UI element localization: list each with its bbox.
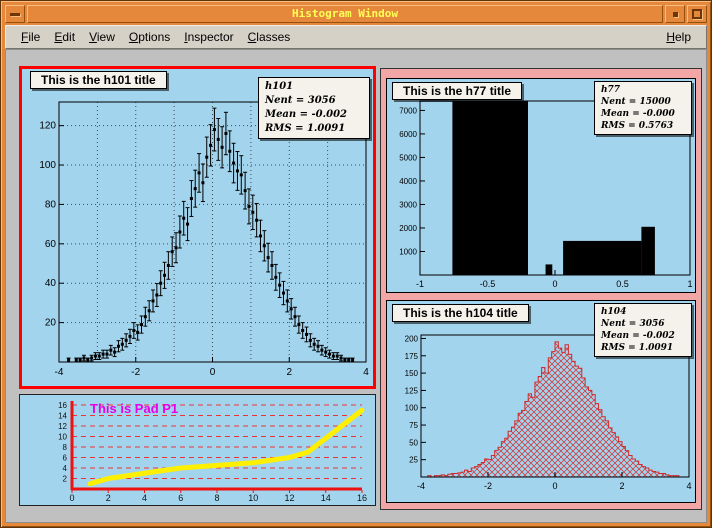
svg-text:2: 2 <box>286 367 292 378</box>
menu-help[interactable]: Help <box>659 27 698 47</box>
svg-text:75: 75 <box>409 421 418 430</box>
svg-text:10: 10 <box>58 433 67 442</box>
svg-text:0.5: 0.5 <box>616 279 629 289</box>
svg-text:100: 100 <box>405 404 419 413</box>
pad-h77[interactable]: -1-0.500.511000200030004000500060007000 … <box>386 78 696 293</box>
pad-h104[interactable]: -4 -2 0 2 4 25 50 75 100 125 150 175 200 This is the… <box>386 300 696 503</box>
menu-options[interactable]: Options <box>122 27 177 47</box>
svg-text:175: 175 <box>405 352 419 361</box>
svg-text:150: 150 <box>405 369 419 378</box>
window-client-area: File Edit View Options Inspector Classes… <box>5 25 707 523</box>
svg-text:-2: -2 <box>131 367 140 378</box>
svg-text:20: 20 <box>45 318 57 329</box>
h104-stats-name: h104 <box>601 306 685 318</box>
svg-text:2: 2 <box>106 493 111 503</box>
svg-text:10: 10 <box>248 493 258 503</box>
svg-text:5000: 5000 <box>399 153 417 162</box>
svg-text:7000: 7000 <box>399 106 417 115</box>
maximize-icon <box>692 9 702 19</box>
h104-stats-entries: Nent = 3056 <box>601 318 685 330</box>
h101-stats-rms: RMS = 1.0091 <box>265 122 363 136</box>
h101-stats-mean: Mean = -0.002 <box>265 108 363 122</box>
svg-text:14: 14 <box>58 412 67 421</box>
h101-stats-name: h101 <box>265 80 363 94</box>
svg-text:4: 4 <box>142 493 147 503</box>
svg-text:80: 80 <box>45 199 57 210</box>
svg-text:0: 0 <box>210 367 216 378</box>
minimize-button[interactable] <box>665 5 685 23</box>
svg-text:-4: -4 <box>417 481 425 491</box>
svg-text:200: 200 <box>405 334 419 343</box>
menu-file[interactable]: File <box>14 27 47 47</box>
minimize-icon <box>673 12 678 17</box>
svg-text:125: 125 <box>405 386 419 395</box>
svg-text:16: 16 <box>357 493 367 503</box>
pad-h101[interactable]: -4 -2 0 2 4 20 40 60 80 100 120 This is the h101 t… <box>19 66 376 389</box>
h101-stats-box[interactable]: h101 Nent = 3056 Mean = -0.002 RMS = 1.0… <box>258 77 370 139</box>
h77-title-box[interactable]: This is the h77 title <box>392 82 522 100</box>
svg-text:2000: 2000 <box>399 224 417 233</box>
h77-stats-rms: RMS = 0.5763 <box>601 120 685 132</box>
menu-inspector[interactable]: Inspector <box>177 27 240 47</box>
maximize-button[interactable] <box>687 5 707 23</box>
svg-text:4: 4 <box>363 367 369 378</box>
window-titlebar[interactable]: Histogram Window <box>5 5 707 23</box>
svg-text:14: 14 <box>321 493 331 503</box>
svg-text:6000: 6000 <box>399 130 417 139</box>
h104-stats-mean: Mean = -0.002 <box>601 330 685 342</box>
svg-text:1000: 1000 <box>399 247 417 256</box>
pad-right-container[interactable]: -1-0.500.511000200030004000500060007000 … <box>380 68 702 510</box>
svg-text:2: 2 <box>63 475 68 484</box>
svg-text:2: 2 <box>619 481 624 491</box>
svg-text:1: 1 <box>687 279 692 289</box>
menu-view[interactable]: View <box>82 27 122 47</box>
h104-stats-rms: RMS = 1.0091 <box>601 342 685 354</box>
h104-title-box[interactable]: This is the h104 title <box>392 304 529 322</box>
svg-text:4: 4 <box>686 481 691 491</box>
svg-text:4000: 4000 <box>399 177 417 186</box>
svg-text:12: 12 <box>284 493 294 503</box>
h101-title-box[interactable]: This is the h101 title <box>30 71 167 89</box>
histogram-window: Histogram Window File Edit View Options … <box>0 0 712 528</box>
svg-text:100: 100 <box>39 160 56 171</box>
svg-text:0: 0 <box>69 493 74 503</box>
menubar: File Edit View Options Inspector Classes… <box>5 25 707 49</box>
h104-stats-box[interactable]: h104 Nent = 3056 Mean = -0.002 RMS = 1.0… <box>594 303 692 357</box>
svg-text:6: 6 <box>178 493 183 503</box>
menu-edit[interactable]: Edit <box>47 27 82 47</box>
svg-text:12: 12 <box>58 422 67 431</box>
svg-text:6: 6 <box>63 454 68 463</box>
svg-text:8: 8 <box>63 443 68 452</box>
svg-text:0: 0 <box>552 481 557 491</box>
svg-text:16: 16 <box>58 401 67 410</box>
h77-stats-box[interactable]: h77 Nent = 15000 Mean = -0.000 RMS = 0.5… <box>594 81 692 135</box>
pad-p1[interactable]: 0246810121416246810121416 This is Pad P1 <box>19 394 376 506</box>
h77-stats-entries: Nent = 15000 <box>601 96 685 108</box>
svg-text:4: 4 <box>63 464 68 473</box>
window-menu-dash-icon <box>10 13 20 16</box>
svg-text:50: 50 <box>409 438 418 447</box>
h77-stats-mean: Mean = -0.000 <box>601 108 685 120</box>
svg-text:-2: -2 <box>484 481 492 491</box>
svg-text:-0.5: -0.5 <box>480 279 496 289</box>
svg-text:0: 0 <box>552 279 557 289</box>
svg-text:40: 40 <box>45 278 57 289</box>
svg-text:3000: 3000 <box>399 200 417 209</box>
menu-classes[interactable]: Classes <box>241 27 298 47</box>
svg-text:60: 60 <box>45 239 57 250</box>
svg-text:25: 25 <box>409 456 418 465</box>
root-canvas[interactable]: -4-202420406080100120 This is the h101 t… <box>5 49 707 523</box>
svg-text:120: 120 <box>39 121 56 132</box>
p1-title-label[interactable]: This is Pad P1 <box>90 401 178 416</box>
window-menu-button[interactable] <box>5 5 25 23</box>
svg-text:-1: -1 <box>416 279 424 289</box>
window-title: Histogram Window <box>27 5 663 23</box>
svg-text:-4: -4 <box>55 367 64 378</box>
svg-text:8: 8 <box>214 493 219 503</box>
h101-stats-entries: Nent = 3056 <box>265 94 363 108</box>
h77-stats-name: h77 <box>601 84 685 96</box>
p1-plot: 0246810121416246810121416 <box>20 395 375 505</box>
